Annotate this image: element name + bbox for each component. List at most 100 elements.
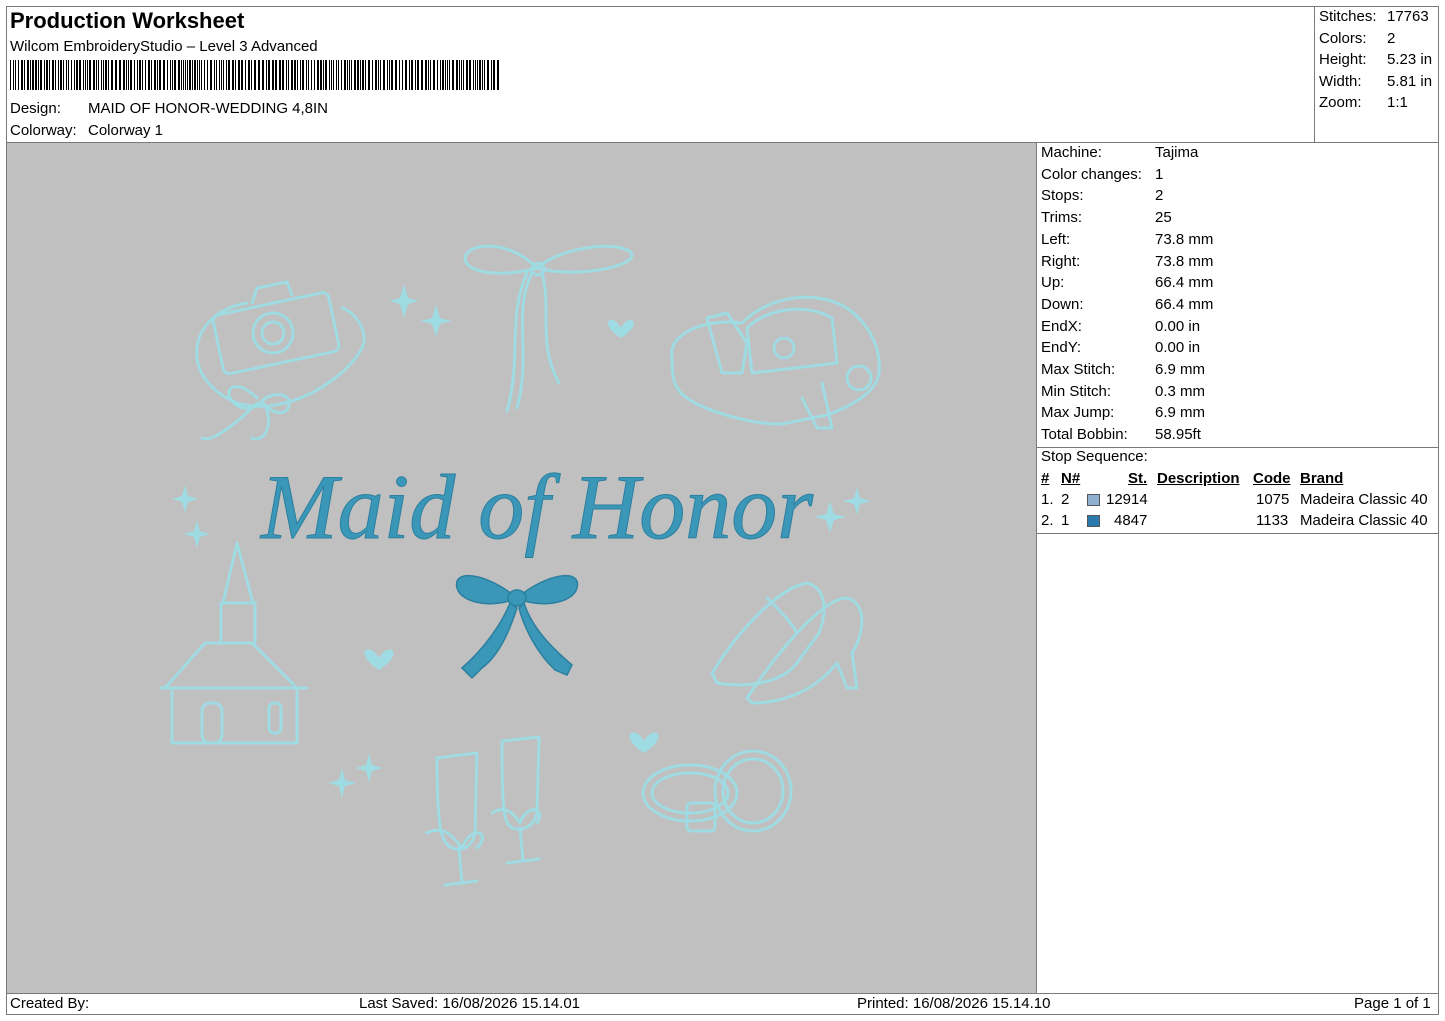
barcode-bar [30,60,31,90]
barcode-bar [10,60,11,90]
barcode-bar [172,60,173,90]
design-name: MAID OF HONOR-WEDDING 4,8IN [88,100,329,117]
barcode-bar [375,60,377,90]
barcode-bar [473,60,474,90]
barcode-bar [275,60,277,90]
barcode-bar [105,60,107,90]
barcode-bar [126,60,127,90]
barcode-bar [279,60,281,90]
printed-date: Printed: 16/08/2026 15.14.10 [857,995,1051,1012]
notes-panel [1036,533,1439,994]
barcode-bar [317,60,319,90]
barcode-bar [163,60,165,90]
color-swatch [1087,494,1100,506]
barcode-bar [185,60,186,90]
barcode-bar [115,60,117,90]
barcode-bar [425,60,427,90]
barcode-bar [389,60,390,90]
colorway-name: Colorway 1 [88,122,164,139]
barcode-bar [245,60,246,90]
barcode-bar [354,60,356,90]
barcode-bar [368,60,370,90]
barcode-bar [466,60,468,90]
barcode-bar [210,60,212,90]
barcode-bar [387,60,388,90]
barcode-bar [24,60,25,90]
barcode-bar [13,60,14,90]
barcode-bar [108,60,109,90]
barcode-bar [338,60,339,90]
barcode-bar [463,60,464,90]
barcode-bar [142,60,143,90]
barcode-bar [60,60,62,90]
barcode-bar [409,60,410,90]
barcode-bar [76,60,78,90]
stop-sequence-table: # N# St. Description Code Brand 1. 2 129… [1041,470,1428,529]
barcode-bar [417,60,419,90]
barcode-bar [216,60,217,90]
barcode-bar [380,60,381,90]
barcode-bar [52,60,54,90]
barcode-bar [378,60,379,90]
barcode-bar [58,60,59,90]
barcode-bar [18,60,19,90]
barcode-bar [402,60,403,90]
barcode-bar [421,60,423,90]
barcode-bar [74,60,75,90]
barcode-bar [433,60,435,90]
barcode-bar [306,60,307,90]
last-saved: Last Saved: 16/08/2026 15.14.01 [359,995,581,1012]
barcode-bar [266,60,267,90]
barcode-bar [89,60,91,90]
barcode-bar [157,60,158,90]
barcode-bar [15,60,16,90]
created-by: Created By: [10,995,90,1012]
barcode-bar [479,60,481,90]
barcode-bar [399,60,400,90]
barcode-bar [497,60,499,90]
barcode-bar [362,60,364,90]
barcode-bar [178,60,180,90]
barcode-bar [130,60,132,90]
barcode-bar [341,60,342,90]
champagne-glasses-icon [425,735,542,887]
barcode-bar [365,60,366,90]
car-icon [670,295,881,430]
barcode-bar [452,60,454,90]
barcode-bar [201,60,202,90]
maid-of-honor-text: Maid of Honor [259,456,814,558]
machine-info-panel [1036,142,1439,448]
barcode-bar [192,60,193,90]
barcode-bar [241,60,243,90]
barcode-bar [297,60,298,90]
barcode-bar [235,60,236,90]
barcode-bar [63,60,64,90]
barcode-bar [487,60,489,90]
barcode-bar [137,60,138,90]
barcode-bar [87,60,88,90]
barcode-bar [183,60,184,90]
barcode-bar [336,60,337,90]
barcode-bar [254,60,256,90]
barcode-bar [98,60,99,90]
barcode-bar [96,60,97,90]
barcode-bar [482,60,483,90]
design-label: Design: [10,100,61,117]
barcode-bar [286,60,287,90]
barcode-bar [447,60,448,90]
barcode-bar [68,60,69,90]
barcode-bar [258,60,260,90]
barcode-bar [344,60,346,90]
barcode-bar [223,60,224,90]
barcode-bar [187,60,188,90]
barcode-bar [282,60,284,90]
barcode-bar [159,60,161,90]
barcode-bar [360,60,361,90]
barcode-bar [323,60,324,90]
barcode-bar [349,60,350,90]
barcode-bar [320,60,322,90]
barcode-bar [333,60,334,90]
barcode-bar [214,60,215,90]
barcode-bar [170,60,171,90]
barcode-bar [449,60,450,90]
